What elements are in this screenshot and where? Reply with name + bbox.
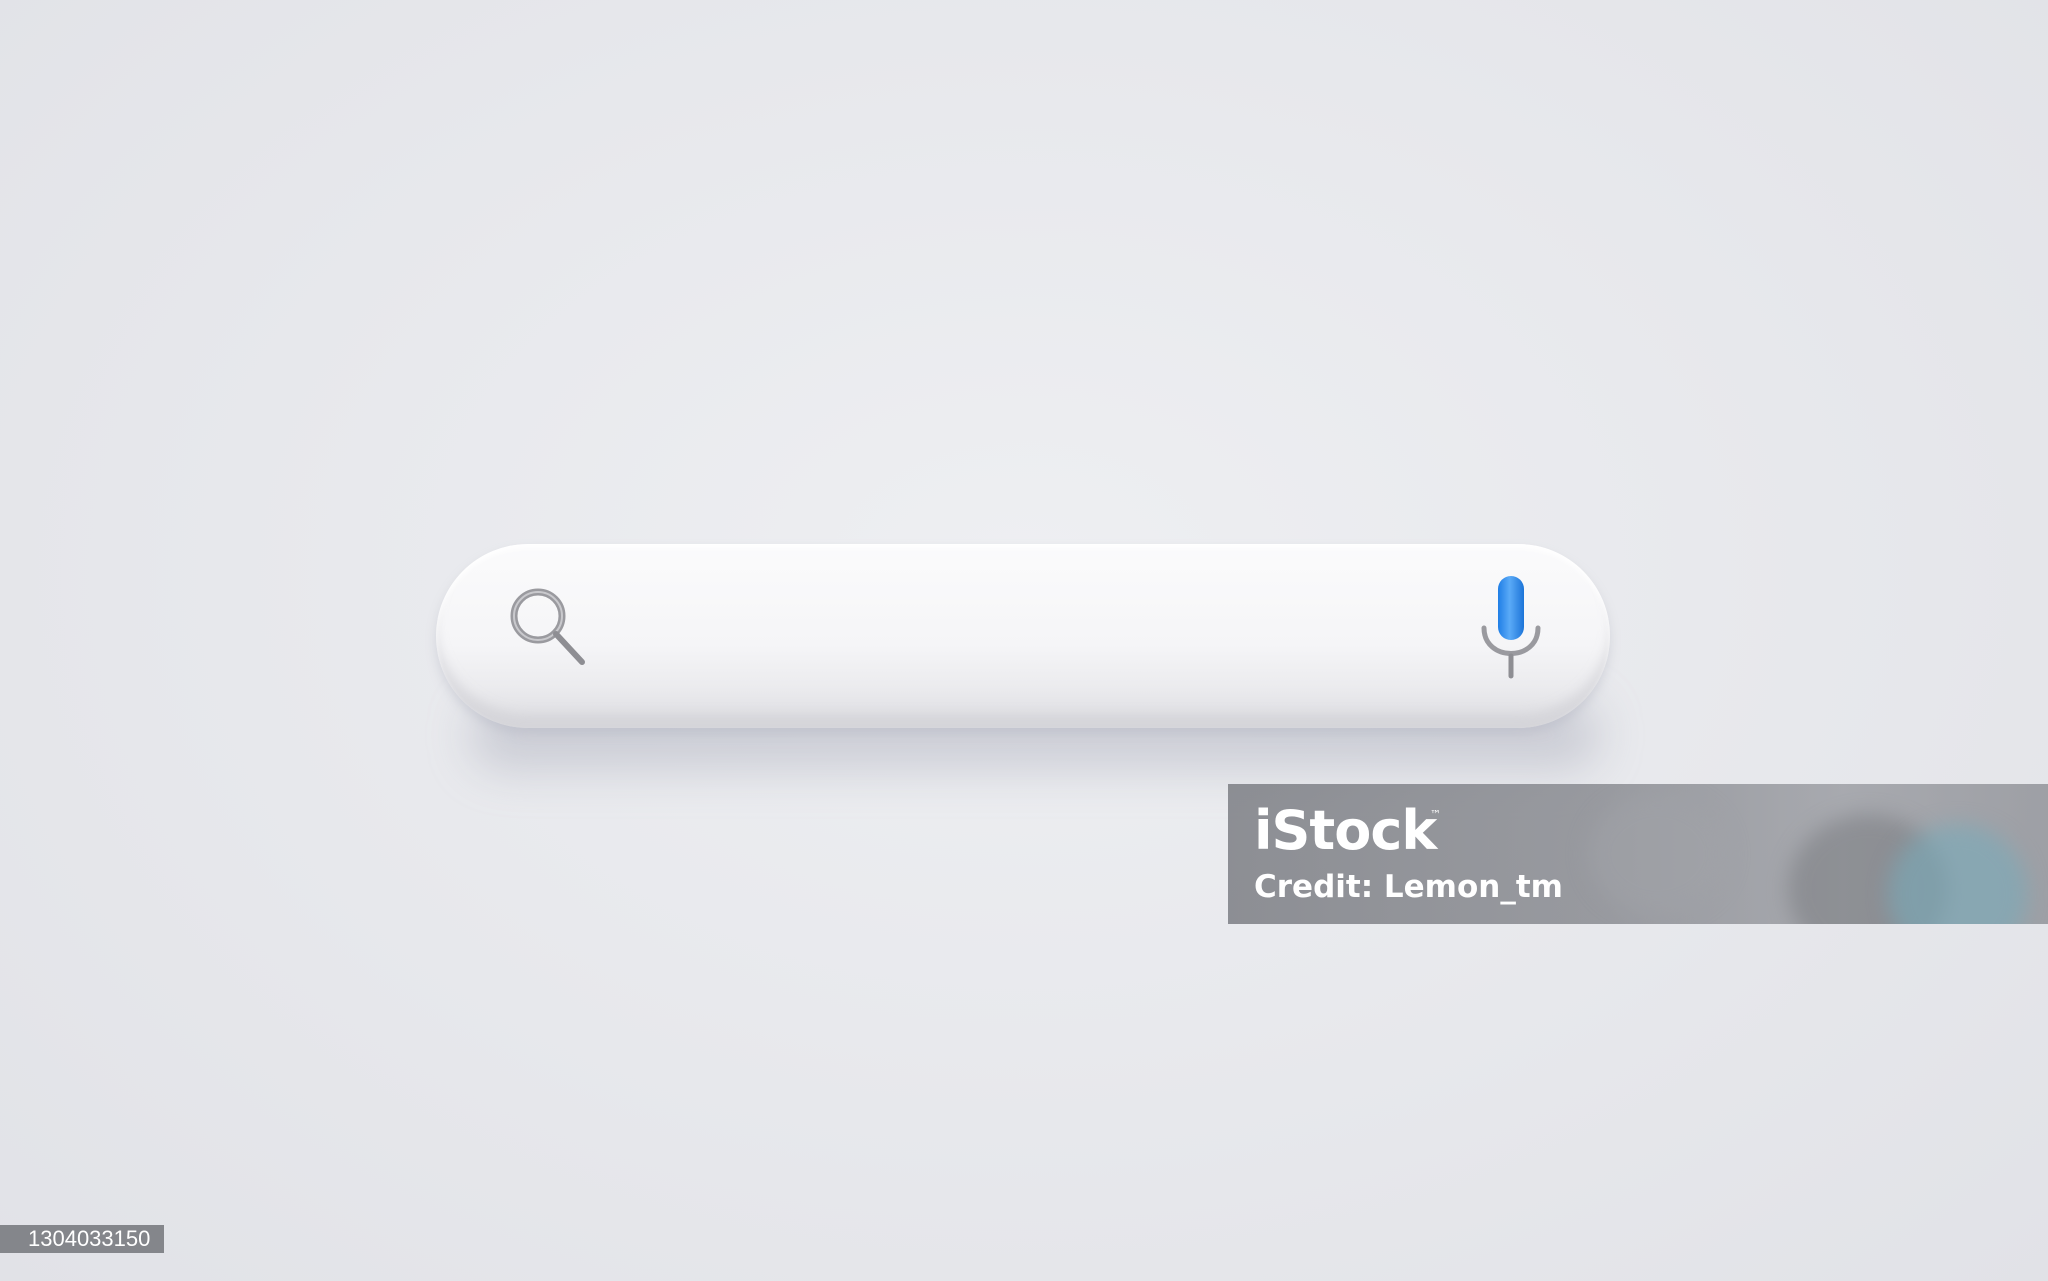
- image-id-label: 1304033150: [0, 1225, 165, 1253]
- watermark-band: iStock ™ Credit: Lemon_tm: [1228, 784, 2048, 924]
- istock-logo: iStock: [1254, 799, 1437, 862]
- microphone-icon[interactable]: [1478, 572, 1544, 682]
- search-bar[interactable]: [436, 544, 1610, 728]
- search-icon[interactable]: [506, 584, 590, 668]
- photo-credit: Credit: Lemon_tm: [1254, 869, 1563, 905]
- trademark-symbol: ™: [1430, 808, 1441, 821]
